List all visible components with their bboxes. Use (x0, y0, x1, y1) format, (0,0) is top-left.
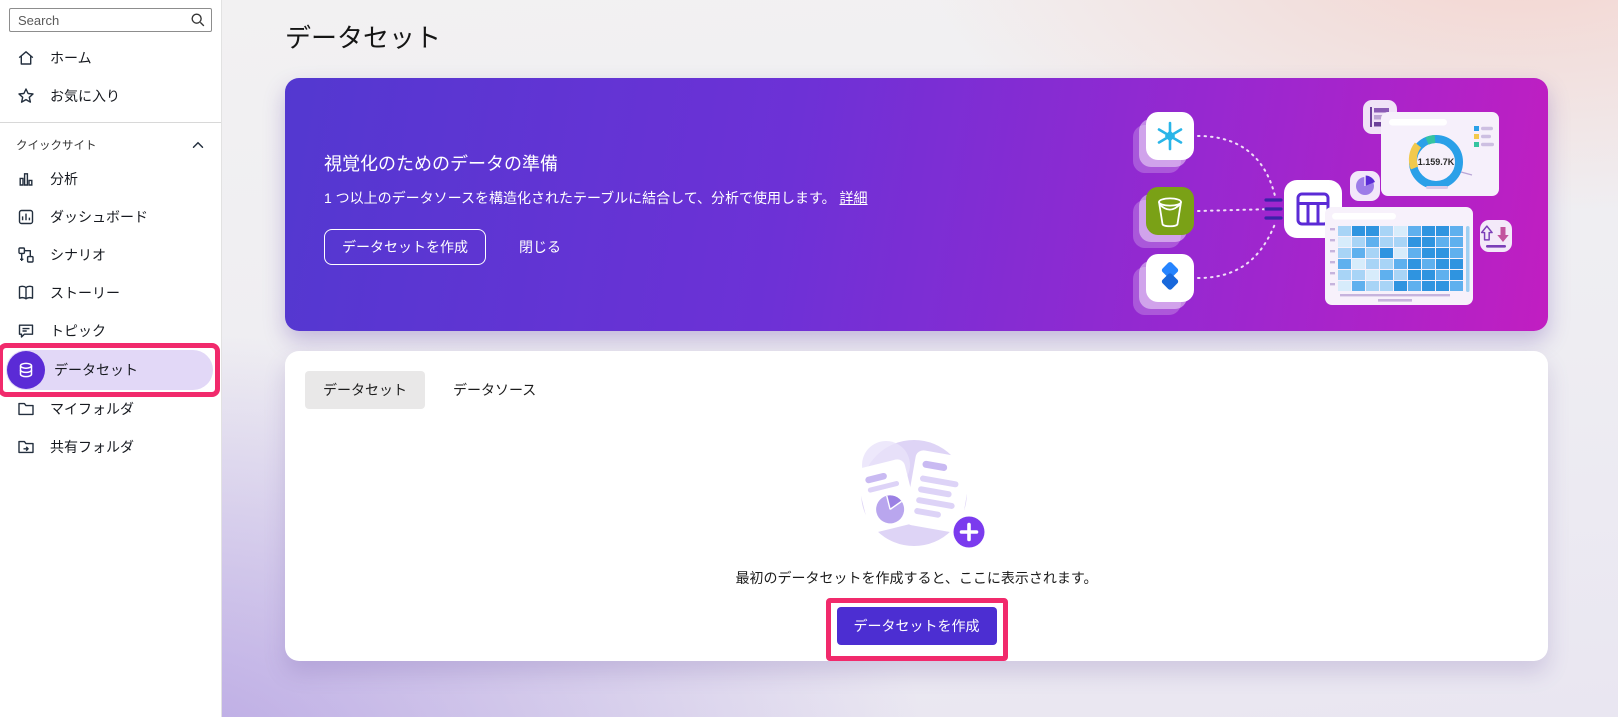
sidebar-item-shared-folder[interactable]: 共有フォルダ (0, 428, 221, 466)
tab-datasets[interactable]: データセット (305, 371, 425, 409)
folder-icon (16, 399, 36, 419)
banner-text-block: 視覚化のためのデータの準備 1 つ以上のデータソースを構造化されたテーブルに結合… (324, 150, 868, 265)
sidebar-item-scenarios[interactable]: シナリオ (0, 236, 221, 274)
sidebar-item-my-folder[interactable]: マイフォルダ (0, 390, 221, 428)
sort-arrows-card (1480, 220, 1512, 252)
sidebar-item-label: お気に入り (50, 88, 120, 104)
banner-description: 1 つ以上のデータソースを構造化されたテーブルに結合して、分析で使用します。 詳… (324, 189, 868, 208)
banner-create-dataset-button[interactable]: データセットを作成 (324, 228, 486, 265)
sidebar-item-stories[interactable]: ストーリー (0, 274, 221, 312)
banner-close-button[interactable]: 閉じる (513, 236, 567, 258)
sidebar-item-label: ホーム (50, 50, 92, 66)
sidebar-item-label: トピック (50, 323, 106, 339)
empty-state: 最初のデータセットを作成すると、ここに表示されます。 データセットを作成 (285, 427, 1548, 661)
sidebar: ホーム お気に入り クイックサイト 分析 (0, 0, 222, 717)
sidebar-item-label: データセット (54, 362, 138, 378)
sidebar-item-label: シナリオ (50, 247, 106, 263)
sidebar-search (9, 8, 212, 32)
star-icon (16, 86, 36, 106)
merge-dashes (1264, 198, 1283, 220)
sidebar-section-quicksight: クイックサイト (0, 130, 221, 160)
annotation-highlight-create-button: データセットを作成 (825, 598, 1008, 661)
empty-state-message: 最初のデータセットを作成すると、ここに表示されます。 (735, 570, 1098, 586)
home-icon (16, 48, 36, 68)
sidebar-item-label: マイフォルダ (50, 401, 134, 417)
snowflake-source-icon (1133, 112, 1194, 173)
shared-folder-icon (16, 437, 36, 457)
sidebar-divider (0, 122, 221, 123)
sidebar-item-analyses[interactable]: 分析 (0, 160, 221, 198)
search-icon[interactable] (189, 11, 207, 29)
page-title: データセット (285, 23, 442, 53)
sidebar-item-datasets[interactable]: データセット (0, 343, 220, 397)
dataset-table-node (1284, 180, 1342, 238)
tab-datasources[interactable]: データソース (435, 371, 554, 409)
sidebar-item-dashboards[interactable]: ダッシュボード (0, 198, 221, 236)
heatmap-grid (1338, 226, 1463, 291)
create-dataset-button[interactable]: データセットを作成 (836, 607, 997, 645)
sidebar-item-label: 共有フォルダ (50, 439, 134, 455)
chevron-up-icon[interactable] (189, 136, 207, 154)
details-link[interactable]: 詳細 (840, 190, 868, 206)
section-label: クイックサイト (16, 140, 97, 152)
promo-banner: 視覚化のためのデータの準備 1 つ以上のデータソースを構造化されたテーブルに結合… (285, 78, 1548, 331)
search-input[interactable] (9, 8, 212, 32)
donut-value: 1.159.7K (1418, 157, 1455, 167)
main-content: データセット 視覚化のためのデータの準備 1 つ以上のデータソースを構造化された… (222, 0, 1618, 717)
banner-actions: データセットを作成 閉じる (324, 228, 868, 265)
heatmap-card (1325, 207, 1473, 305)
topic-bubble-icon (16, 321, 36, 341)
sidebar-item-topics[interactable]: トピック (0, 312, 221, 350)
jira-source-icon (1133, 254, 1194, 315)
banner-illustration: 1.159.7K (1133, 100, 1512, 315)
connector-lines (1197, 135, 1276, 279)
sidebar-item-home[interactable]: ホーム (0, 39, 221, 77)
scenario-icon (16, 245, 36, 265)
tab-bar: データセット データソース (305, 371, 1528, 409)
s3-bucket-source-icon (1133, 187, 1194, 248)
sidebar-item-label: 分析 (50, 171, 78, 187)
story-book-icon (16, 283, 36, 303)
donut-chart-card: 1.159.7K (1381, 112, 1499, 196)
banner-description-text: 1 つ以上のデータソースを構造化されたテーブルに結合して、分析で使用します。 (324, 190, 836, 206)
plus-icon (953, 516, 984, 548)
sidebar-item-favorites[interactable]: お気に入り (0, 77, 221, 115)
empty-state-illustration (855, 440, 984, 548)
sidebar-item-label: ストーリー (50, 285, 120, 301)
dashboard-icon (16, 207, 36, 227)
mini-pie-card (1350, 171, 1380, 201)
bar-chart-icon (16, 169, 36, 189)
dataset-icon (7, 351, 45, 389)
sidebar-item-label: ダッシュボード (50, 209, 148, 225)
banner-title: 視覚化のためのデータの準備 (324, 154, 558, 174)
datasets-panel: データセット データソース 最初のデータセットを作成すると、ここに表示されます。… (285, 351, 1548, 661)
mini-bar-chart-card (1363, 100, 1397, 134)
